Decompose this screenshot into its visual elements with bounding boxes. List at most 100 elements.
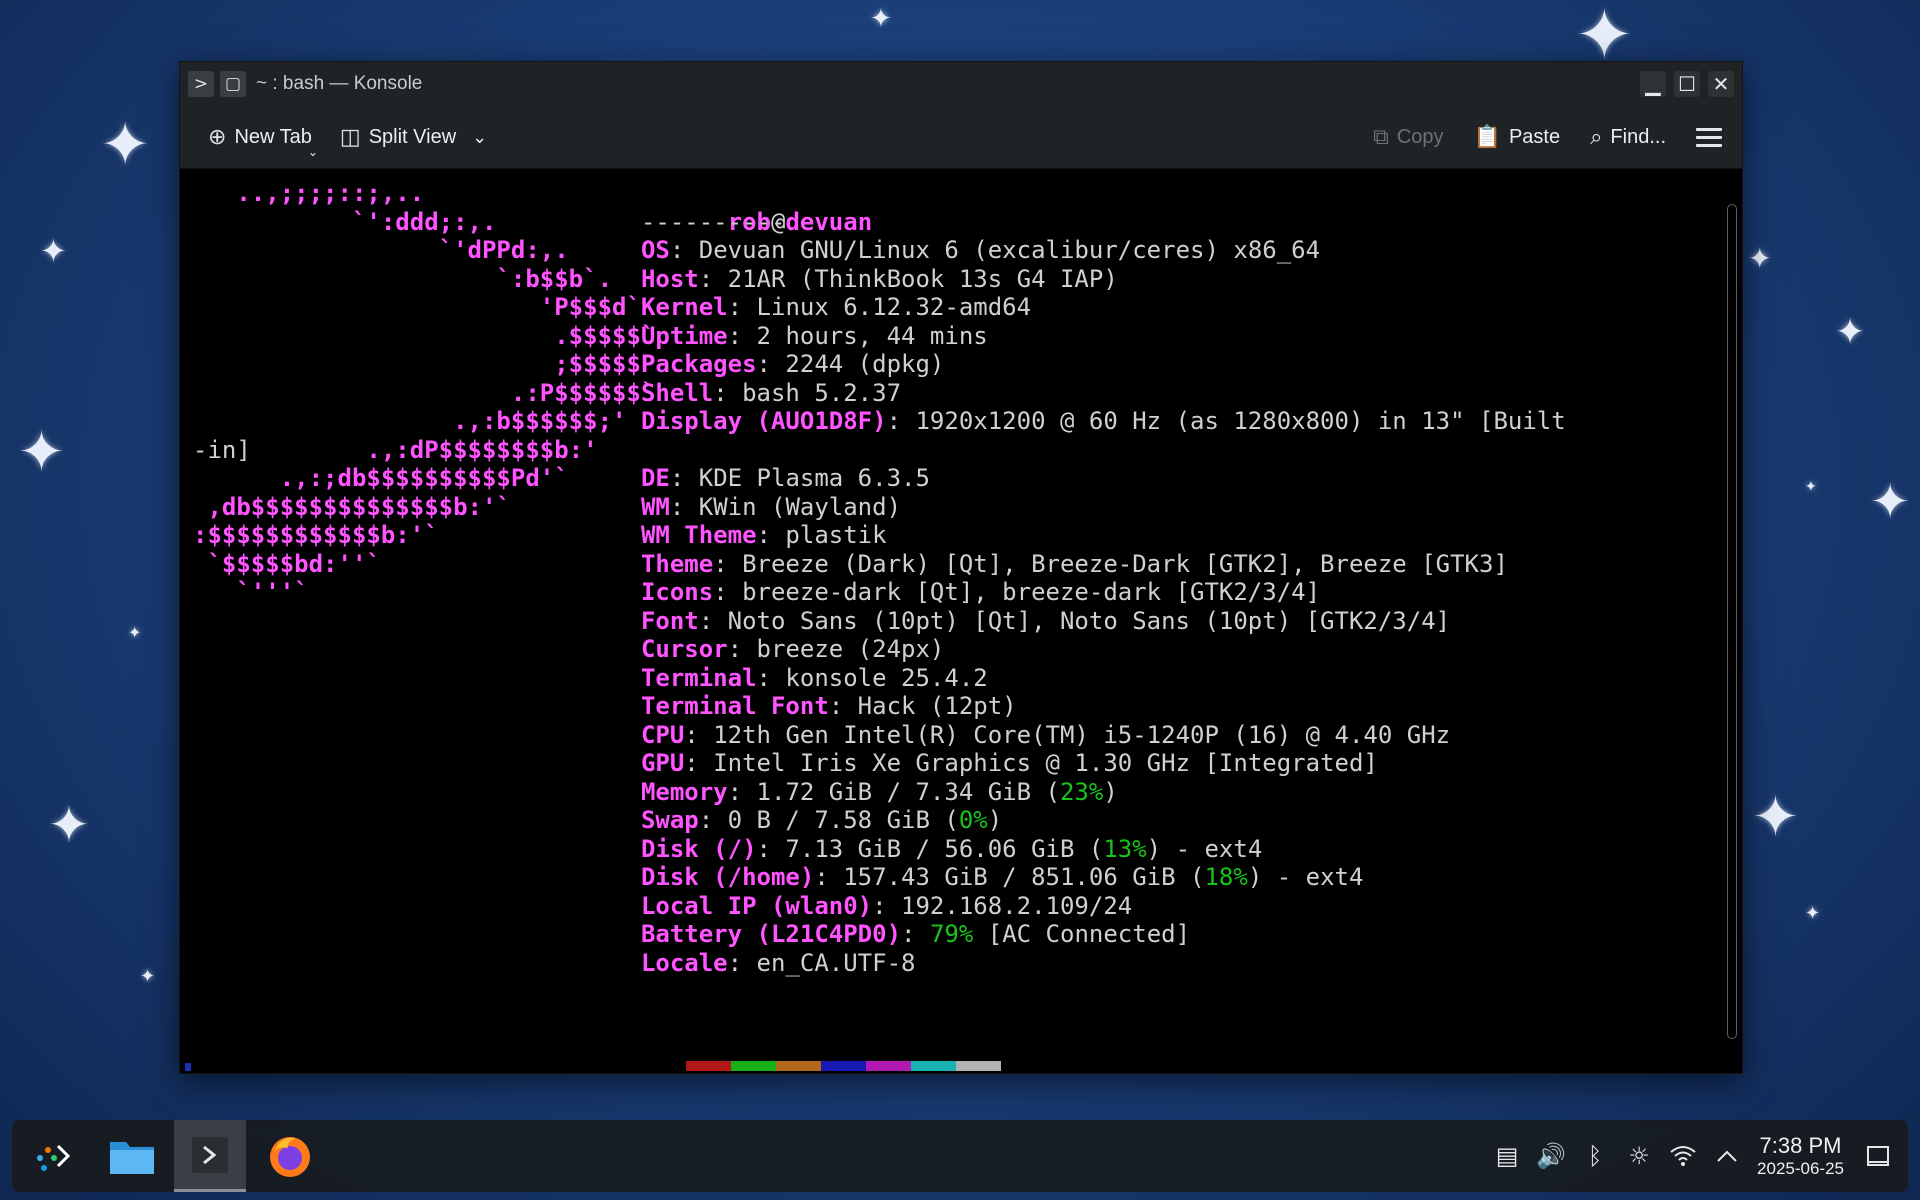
title-bar[interactable]: > ▢ ~ : bash — Konsole ▁ ☐ ✕ [180, 62, 1742, 106]
close-button[interactable]: ✕ [1708, 71, 1734, 97]
logo-line: .$$$$$` [193, 321, 656, 350]
info-value: : 157.43 GiB / 851.06 GiB ( [814, 863, 1205, 891]
chevron-down-icon: ⌄ [307, 145, 318, 159]
info-key: Local IP (wlan0) [640, 891, 873, 920]
paste-button[interactable]: 📋 Paste [1466, 117, 1569, 157]
firefox-icon[interactable] [254, 1120, 326, 1192]
info-key: Kernel [640, 293, 728, 321]
info-value: : 192.168.2.109/24 [872, 891, 1133, 920]
brightness-icon[interactable]: ☼ [1617, 1142, 1661, 1170]
info-row: Host: 21AR (ThinkBook 13s G4 IAP) [641, 265, 1118, 294]
volume-icon[interactable]: 🔊 [1529, 1142, 1573, 1170]
show-desktop-icon[interactable] [1856, 1145, 1900, 1167]
logo-line: `$$$$$bd:''` [193, 549, 381, 578]
info-row: CPU: 12th Gen Intel(R) Core(TM) i5-1240P… [641, 721, 1450, 750]
info-key: Locale [640, 948, 728, 977]
digital-clock[interactable]: 7:38 PM 2025-06-25 [1757, 1133, 1844, 1179]
window-title: ~ : bash — Konsole [256, 73, 423, 94]
terminal-view[interactable]: ..,;;;;::;,.. `':ddd;:,. `'dPPd:,. `:b$$… [183, 170, 1709, 1071]
clipboard-icon[interactable]: ▤ [1485, 1142, 1529, 1170]
info-value: : 7.13 GiB / 56.06 GiB ( [756, 834, 1104, 863]
info-value: : Noto Sans (10pt) [Qt], Noto Sans (10pt… [698, 606, 1451, 635]
star-icon: ✦ [100, 110, 151, 180]
terminal-app-icon[interactable]: > [188, 71, 214, 97]
file-manager-icon[interactable] [96, 1120, 168, 1192]
star-icon: ✦ [1805, 479, 1817, 495]
info-row: GPU: Intel Iris Xe Graphics @ 1.30 GHz [… [641, 749, 1378, 778]
new-tab-button[interactable]: ⊕ New Tab ⌄ [200, 117, 320, 159]
wrapped-text: -in] [193, 435, 251, 464]
split-view-button[interactable]: ◫ Split View ⌄ [332, 117, 495, 157]
logo-line: .,:b$$$$$$;' [193, 407, 627, 435]
star-icon: ✦ [1575, 0, 1634, 76]
copy-button[interactable]: ⧉ Copy [1365, 117, 1451, 157]
logo-line: .:P$$$$$$` [193, 378, 656, 407]
info-row: Disk (/): 7.13 GiB / 56.06 GiB (13%) - e… [641, 835, 1262, 864]
info-value: : plastik [756, 521, 887, 549]
info-value: : 1920x1200 @ 60 Hz (as 1280x800) in 13"… [886, 407, 1566, 435]
info-value: : KWin (Wayland) [669, 492, 902, 521]
logo-line: 'P$$$d` [193, 293, 641, 321]
info-row: Display (AUO1D8F): 1920x1200 @ 60 Hz (as… [641, 407, 1566, 436]
wifi-icon[interactable] [1661, 1145, 1705, 1167]
info-row: Packages: 2244 (dpkg) [641, 350, 944, 379]
info-value: : 0 B / 7.58 GiB ( [698, 806, 959, 834]
info-row: Locale: en_CA.UTF-8 [641, 949, 916, 978]
application-launcher-icon[interactable] [18, 1120, 90, 1192]
konsole-icon[interactable] [174, 1120, 246, 1192]
info-key: Terminal [640, 663, 757, 692]
info-key: Host [640, 264, 699, 293]
info-key: DE [640, 464, 670, 492]
star-icon: ✦ [40, 232, 67, 270]
new-tab-icon: ⊕ [208, 124, 227, 149]
info-value-suffix: ) [987, 806, 1003, 834]
maximize-button[interactable]: ☐ [1674, 71, 1700, 97]
palette-swatch [640, 1061, 686, 1071]
text-cursor [185, 1063, 191, 1071]
info-value: : Devuan GNU/Linux 6 (excalibur/ceres) x… [669, 236, 1321, 264]
star-icon: ✦ [140, 966, 156, 987]
clock-time: 7:38 PM [1759, 1133, 1842, 1158]
info-value: : 2244 (dpkg) [756, 350, 945, 378]
minimize-button[interactable]: ▁ [1640, 71, 1666, 97]
star-icon: ✦ [48, 796, 90, 854]
chevron-up-icon[interactable] [1705, 1149, 1749, 1163]
bluetooth-icon[interactable]: ᛒ [1573, 1142, 1617, 1170]
pin-icon[interactable]: ▢ [220, 71, 246, 97]
info-row: Shell: bash 5.2.37 [641, 379, 901, 408]
info-row: Disk (/home): 157.43 GiB / 851.06 GiB (1… [641, 863, 1363, 892]
info-row: OS: Devuan GNU/Linux 6 (excalibur/ceres)… [641, 236, 1320, 265]
find-button[interactable]: ⌕ Find... [1582, 117, 1674, 157]
copy-icon: ⧉ [1373, 124, 1389, 149]
info-row: Kernel: Linux 6.12.32-amd64 [641, 293, 1031, 322]
chevron-down-icon[interactable]: ⌄ [472, 127, 487, 148]
logo-line: `'''` [193, 578, 309, 606]
host-name: devuan [785, 207, 873, 236]
star-icon: ✦ [1870, 474, 1911, 530]
info-value: : KDE Plasma 6.3.5 [669, 464, 930, 492]
star-icon: ✦ [1835, 312, 1866, 353]
info-value-suffix: ) - ext4 [1146, 834, 1263, 863]
info-key: WM Theme [640, 521, 757, 549]
logo-line: .,:;db$$$$$$$$$$Pd'` [193, 464, 569, 492]
info-row: WM Theme: plastik [641, 521, 887, 550]
hamburger-menu-icon[interactable] [1688, 127, 1730, 147]
color-palette-top [640, 1061, 1001, 1071]
star-icon: ✦ [870, 4, 892, 34]
info-value: : 12th Gen Intel(R) Core(TM) i5-1240P (1… [684, 720, 1451, 749]
palette-swatch [955, 1061, 1001, 1071]
konsole-window[interactable]: > ▢ ~ : bash — Konsole ▁ ☐ ✕ ⊕ New Tab ⌄… [179, 61, 1743, 1074]
info-value: : 2 hours, 44 mins [727, 321, 988, 350]
logo-line: ;$$$$$P [193, 350, 656, 378]
info-key: Shell [640, 378, 714, 407]
info-key: WM [640, 492, 670, 521]
logo-line: `'dPPd:,. [193, 236, 569, 264]
scrollbar-thumb[interactable] [1727, 204, 1737, 1039]
separator-line: ---------- [640, 207, 786, 236]
info-value-suffix: ) - ext4 [1247, 863, 1364, 891]
info-percent: 23% [1059, 777, 1104, 806]
info-value: : breeze-dark [Qt], breeze-dark [GTK2/3/… [713, 578, 1321, 606]
star-icon: ✦ [1748, 242, 1772, 275]
info-key: Font [640, 606, 699, 635]
scrollbar[interactable] [1724, 204, 1738, 1039]
